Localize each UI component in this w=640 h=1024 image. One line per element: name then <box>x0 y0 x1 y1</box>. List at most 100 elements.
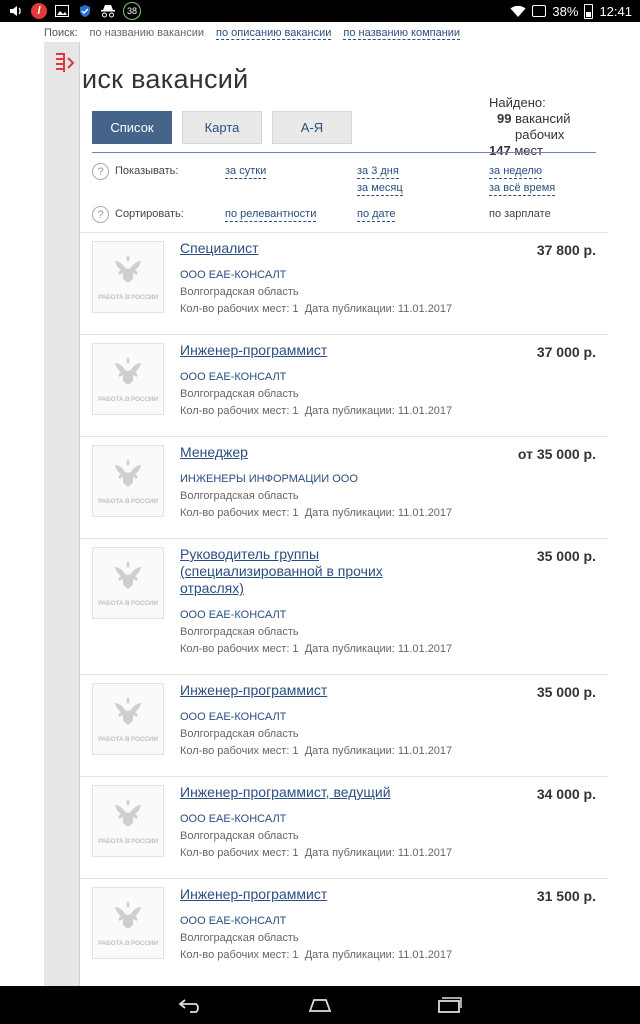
vacancy-card[interactable]: РАБОТА В РОССИИ Руководитель группы (спе… <box>80 538 608 674</box>
back-button[interactable] <box>176 995 206 1015</box>
emblem-icon <box>115 255 141 283</box>
show-week-link[interactable]: за неделю <box>489 165 543 179</box>
image-icon <box>54 3 70 19</box>
vacancy-title-link[interactable]: Инженер-программист <box>180 342 420 359</box>
shield-icon <box>77 3 93 19</box>
volume-icon <box>8 3 24 19</box>
tab-map[interactable]: Карта <box>182 111 262 144</box>
vacancy-company: ООО ЕАЕ-КОНСАЛТ <box>180 609 287 621</box>
vacancy-places: Кол-во рабочих мест: 1 <box>180 643 299 655</box>
vacancy-date: Дата публикации: 11.01.2017 <box>304 405 453 417</box>
vacancy-salary: 34 000 р. <box>536 786 596 802</box>
side-panel <box>44 42 80 986</box>
vacancy-title-link[interactable]: Инженер-программист, ведущий <box>180 784 440 801</box>
vacancy-region: Волгоградская область <box>180 286 299 298</box>
emblem-icon <box>115 799 141 827</box>
search-by-title-link[interactable]: по названию вакансии <box>90 27 204 40</box>
vacancy-company: ООО ЕАЕ-КОНСАЛТ <box>180 915 287 927</box>
sort-date-link[interactable]: по дате <box>357 208 396 222</box>
vacancy-salary: 35 000 р. <box>536 548 596 564</box>
company-logo: РАБОТА В РОССИИ <box>92 785 164 857</box>
show-alltime-link[interactable]: за всё время <box>489 182 556 196</box>
vacancy-meta: Кол-во рабочих мест: 1 Дата публикации: … <box>180 405 452 417</box>
show-help-icon[interactable]: ? <box>92 163 109 180</box>
vacancy-title-link[interactable]: Руководитель группы (специализированной … <box>180 546 410 597</box>
home-icon <box>308 999 332 1012</box>
emblem-icon <box>115 697 141 725</box>
vacancy-places: Кол-во рабочих мест: 1 <box>180 507 299 519</box>
battery-icon <box>584 3 594 19</box>
show-day-link[interactable]: за сутки <box>225 165 267 179</box>
clock: 12:41 <box>599 3 632 19</box>
vacancy-card[interactable]: РАБОТА В РОССИИ Инженер-программист 35 0… <box>80 674 608 776</box>
vacancy-list: РАБОТА В РОССИИ Специалист 37 800 р. ООО… <box>80 232 608 980</box>
show-month-link[interactable]: за месяц <box>357 182 403 196</box>
emblem-icon <box>115 459 141 487</box>
sort-relevance-link[interactable]: по релевантности <box>225 208 317 222</box>
battery-percent: 38% <box>552 3 579 19</box>
logo-text: РАБОТА В РОССИИ <box>98 736 158 743</box>
vacancy-card[interactable]: РАБОТА В РОССИИ Менеджер от 35 000 р. ИН… <box>80 436 608 538</box>
found-places-count: 147 <box>489 143 511 158</box>
vacancy-company: ООО ЕАЕ-КОНСАЛТ <box>180 371 287 383</box>
logo-text: РАБОТА В РОССИИ <box>98 498 158 505</box>
home-button[interactable] <box>305 995 335 1015</box>
vacancy-date: Дата публикации: 11.01.2017 <box>304 745 453 757</box>
vacancy-meta: Кол-во рабочих мест: 1 Дата публикации: … <box>180 949 452 961</box>
vacancy-company: ООО ЕАЕ-КОНСАЛТ <box>180 711 287 723</box>
found-places-unit: мест <box>514 143 543 158</box>
vacancy-region: Волгоградская область <box>180 626 299 638</box>
vacancy-salary: 35 000 р. <box>536 684 596 700</box>
vacancy-card[interactable]: РАБОТА В РОССИИ Специалист 37 800 р. ООО… <box>80 232 608 334</box>
company-logo: РАБОТА В РОССИИ <box>92 683 164 755</box>
sim-alert-icon <box>532 5 547 17</box>
vacancy-region: Волгоградская область <box>180 830 299 842</box>
search-label: Поиск: <box>44 27 78 39</box>
found-vacancies-count: 99 <box>497 111 512 126</box>
vacancy-title-link[interactable]: Специалист <box>180 240 420 257</box>
sort-help-icon[interactable]: ? <box>92 206 109 223</box>
logo-text: РАБОТА В РОССИИ <box>98 940 158 947</box>
vacancy-card[interactable]: РАБОТА В РОССИИ Инженер-программист, вед… <box>80 776 608 878</box>
page-title: иск вакансий <box>82 64 249 94</box>
menu-toggle-icon[interactable] <box>54 52 76 74</box>
vacancy-places: Кол-во рабочих мест: 1 <box>180 847 299 859</box>
company-logo: РАБОТА В РОССИИ <box>92 343 164 415</box>
view-tabs: Список Карта А-Я <box>92 111 352 144</box>
tab-alphabetical[interactable]: А-Я <box>272 111 352 144</box>
tab-list[interactable]: Список <box>92 111 172 144</box>
found-label: Найдено: <box>489 95 546 110</box>
vacancy-places: Кол-во рабочих мест: 1 <box>180 949 299 961</box>
vacancy-card[interactable]: РАБОТА В РОССИИ Инженер-программист 31 5… <box>80 878 608 980</box>
company-logo: РАБОТА В РОССИИ <box>92 241 164 313</box>
vacancy-title-link[interactable]: Инженер-программист <box>180 886 420 903</box>
search-type-bar: Поиск: по названию вакансии по описанию … <box>44 27 461 40</box>
logo-text: РАБОТА В РОССИИ <box>98 600 158 607</box>
logo-text: РАБОТА В РОССИИ <box>98 294 158 301</box>
vacancy-places: Кол-во рабочих мест: 1 <box>180 405 299 417</box>
status-bar: l 38 38% 12:41 <box>0 0 640 22</box>
vacancy-places: Кол-во рабочих мест: 1 <box>180 303 299 315</box>
company-logo: РАБОТА В РОССИИ <box>92 547 164 619</box>
found-summary: Найдено: 99 вакансий рабочих 147 мест <box>489 95 589 159</box>
vacancy-salary: 31 500 р. <box>536 888 596 904</box>
search-by-description-link[interactable]: по описанию вакансии <box>216 27 332 40</box>
company-logo: РАБОТА В РОССИИ <box>92 445 164 517</box>
vacancy-places: Кол-во рабочих мест: 1 <box>180 745 299 757</box>
logo-text: РАБОТА В РОССИИ <box>98 838 158 845</box>
show-3days-link[interactable]: за 3 дня <box>357 165 399 179</box>
vacancy-card[interactable]: РАБОТА В РОССИИ Инженер-программист 37 0… <box>80 334 608 436</box>
recent-apps-button[interactable] <box>435 995 465 1015</box>
sort-salary-link[interactable]: по зарплате <box>489 208 551 220</box>
incognito-icon <box>100 3 116 19</box>
vacancy-meta: Кол-во рабочих мест: 1 Дата публикации: … <box>180 745 452 757</box>
show-label: Показывать: <box>115 165 179 177</box>
found-places-label: рабочих <box>515 127 565 142</box>
vacancy-date: Дата публикации: 11.01.2017 <box>304 949 453 961</box>
search-by-company-link[interactable]: по названию компании <box>343 27 461 40</box>
vacancy-salary: 37 800 р. <box>536 242 596 258</box>
vacancy-title-link[interactable]: Менеджер <box>180 444 420 461</box>
vacancy-title-link[interactable]: Инженер-программист <box>180 682 420 699</box>
navigation-bar <box>0 986 640 1024</box>
page: Поиск: по названию вакансии по описанию … <box>0 22 640 986</box>
